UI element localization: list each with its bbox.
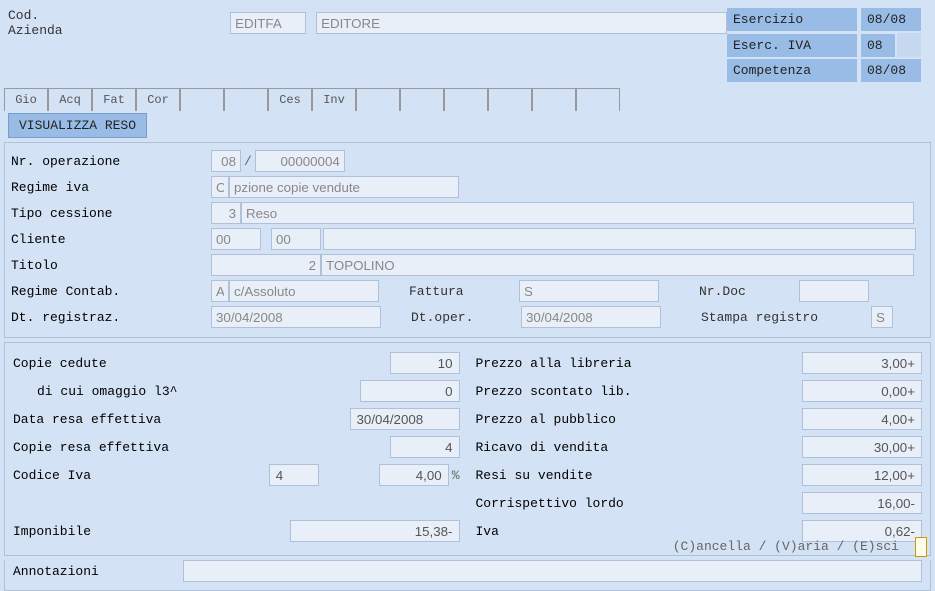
- tab-ces[interactable]: Ces: [268, 88, 312, 111]
- titolo-label: Titolo: [11, 258, 211, 273]
- tipo-cessione-label: Tipo cessione: [11, 206, 211, 221]
- prezzo-libreria-label: Prezzo alla libreria: [476, 356, 803, 371]
- prezzo-pubblico-label: Prezzo al pubblico: [476, 412, 803, 427]
- subtab-visualizza-reso[interactable]: VISUALIZZA RESO: [8, 113, 147, 138]
- detail-panel: Copie cedute di cui omaggio l3^ Data res…: [4, 342, 931, 556]
- tipo-cessione-code[interactable]: [211, 202, 241, 224]
- ricavo-vendita-field[interactable]: [802, 436, 922, 458]
- nrdoc-field[interactable]: [799, 280, 869, 302]
- corrispettivo-field[interactable]: [802, 492, 922, 514]
- subtab-row: VISUALIZZA RESO: [8, 113, 935, 138]
- competenza-label: Competenza: [727, 59, 857, 82]
- fattura-field[interactable]: [519, 280, 659, 302]
- fattura-label: Fattura: [409, 284, 519, 299]
- tab-gio[interactable]: Gio: [4, 88, 48, 111]
- dt-registraz-label: Dt. registraz.: [11, 310, 211, 325]
- cliente-label: Cliente: [11, 232, 211, 247]
- regime-contab-code[interactable]: [211, 280, 229, 302]
- eserc-iva-label: Eserc. IVA: [727, 34, 857, 57]
- cod-azienda-label: Cod. Azienda: [8, 8, 100, 38]
- copie-resa-label: Copie resa effettiva: [13, 440, 390, 455]
- cliente-b[interactable]: [271, 228, 321, 250]
- stampa-registro-field[interactable]: [871, 306, 893, 328]
- tab-empty-8[interactable]: [356, 88, 400, 111]
- nrdoc-label: Nr.Doc: [699, 284, 799, 299]
- competenza-value: 08/08: [861, 59, 921, 82]
- copie-resa-field[interactable]: [390, 436, 460, 458]
- tab-fat[interactable]: Fat: [92, 88, 136, 111]
- esercizio-label: Esercizio: [727, 8, 857, 31]
- annotazioni-field[interactable]: [183, 560, 922, 582]
- tab-empty-11[interactable]: [488, 88, 532, 111]
- input-cursor[interactable]: [915, 537, 927, 557]
- cliente-a[interactable]: [211, 228, 261, 250]
- data-resa-field[interactable]: [350, 408, 460, 430]
- copie-cedute-label: Copie cedute: [13, 356, 390, 371]
- prezzo-libreria-field[interactable]: [802, 352, 922, 374]
- tab-empty-5[interactable]: [224, 88, 268, 111]
- tab-acq[interactable]: Acq: [48, 88, 92, 111]
- esercizio-value: 08/08: [861, 8, 921, 31]
- footer-actions[interactable]: (C)ancella / (V)aria / (E)sci: [665, 535, 907, 558]
- nr-operazione-a[interactable]: [211, 150, 241, 172]
- tab-cor[interactable]: Cor: [136, 88, 180, 111]
- form-section: Nr. operazione / Regime iva Tipo cession…: [4, 142, 931, 338]
- tab-empty-12[interactable]: [532, 88, 576, 111]
- slash-sep: /: [241, 154, 255, 169]
- tipo-cessione-desc[interactable]: [241, 202, 914, 224]
- titolo-desc[interactable]: [321, 254, 914, 276]
- tab-empty-4[interactable]: [180, 88, 224, 111]
- resi-vendite-label: Resi su vendite: [476, 468, 803, 483]
- tab-inv[interactable]: Inv: [312, 88, 356, 111]
- data-resa-label: Data resa effettiva: [13, 412, 350, 427]
- regime-contab-desc[interactable]: [229, 280, 379, 302]
- regime-contab-label: Regime Contab.: [11, 284, 211, 299]
- eserc-iva-extra: [897, 33, 921, 57]
- tab-bar: Gio Acq Fat Cor Ces Inv: [0, 88, 935, 111]
- dt-registraz-field[interactable]: [211, 306, 381, 328]
- percent-sign: %: [449, 468, 460, 483]
- codice-iva-code[interactable]: [269, 464, 319, 486]
- tab-empty-9[interactable]: [400, 88, 444, 111]
- tab-empty-13[interactable]: [576, 88, 620, 111]
- codice-iva-label: Codice Iva: [13, 468, 269, 483]
- titolo-code[interactable]: [211, 254, 321, 276]
- prezzo-scontato-field[interactable]: [802, 380, 922, 402]
- omaggio-field[interactable]: [360, 380, 460, 402]
- nr-operazione-label: Nr. operazione: [11, 154, 211, 169]
- dt-oper-field[interactable]: [521, 306, 661, 328]
- cod-azienda-desc[interactable]: [316, 12, 727, 34]
- copie-cedute-field[interactable]: [390, 352, 460, 374]
- ricavo-vendita-label: Ricavo di vendita: [476, 440, 803, 455]
- codice-iva-pct[interactable]: [379, 464, 449, 486]
- omaggio-label: di cui omaggio l3^: [13, 384, 360, 399]
- regime-iva-code[interactable]: [211, 176, 229, 198]
- regime-iva-desc[interactable]: [229, 176, 459, 198]
- stampa-registro-label: Stampa registro: [701, 310, 871, 325]
- prezzo-scontato-label: Prezzo scontato lib.: [476, 384, 803, 399]
- resi-vendite-field[interactable]: [802, 464, 922, 486]
- regime-iva-label: Regime iva: [11, 180, 211, 195]
- dt-oper-label: Dt.oper.: [411, 310, 521, 325]
- tab-empty-10[interactable]: [444, 88, 488, 111]
- cliente-desc[interactable]: [323, 228, 916, 250]
- prezzo-pubblico-field[interactable]: [802, 408, 922, 430]
- corrispettivo-label: Corrispettivo lordo: [476, 496, 803, 511]
- nr-operazione-b[interactable]: [255, 150, 345, 172]
- cod-azienda-field[interactable]: [230, 12, 306, 34]
- eserc-iva-value: 08: [861, 34, 895, 57]
